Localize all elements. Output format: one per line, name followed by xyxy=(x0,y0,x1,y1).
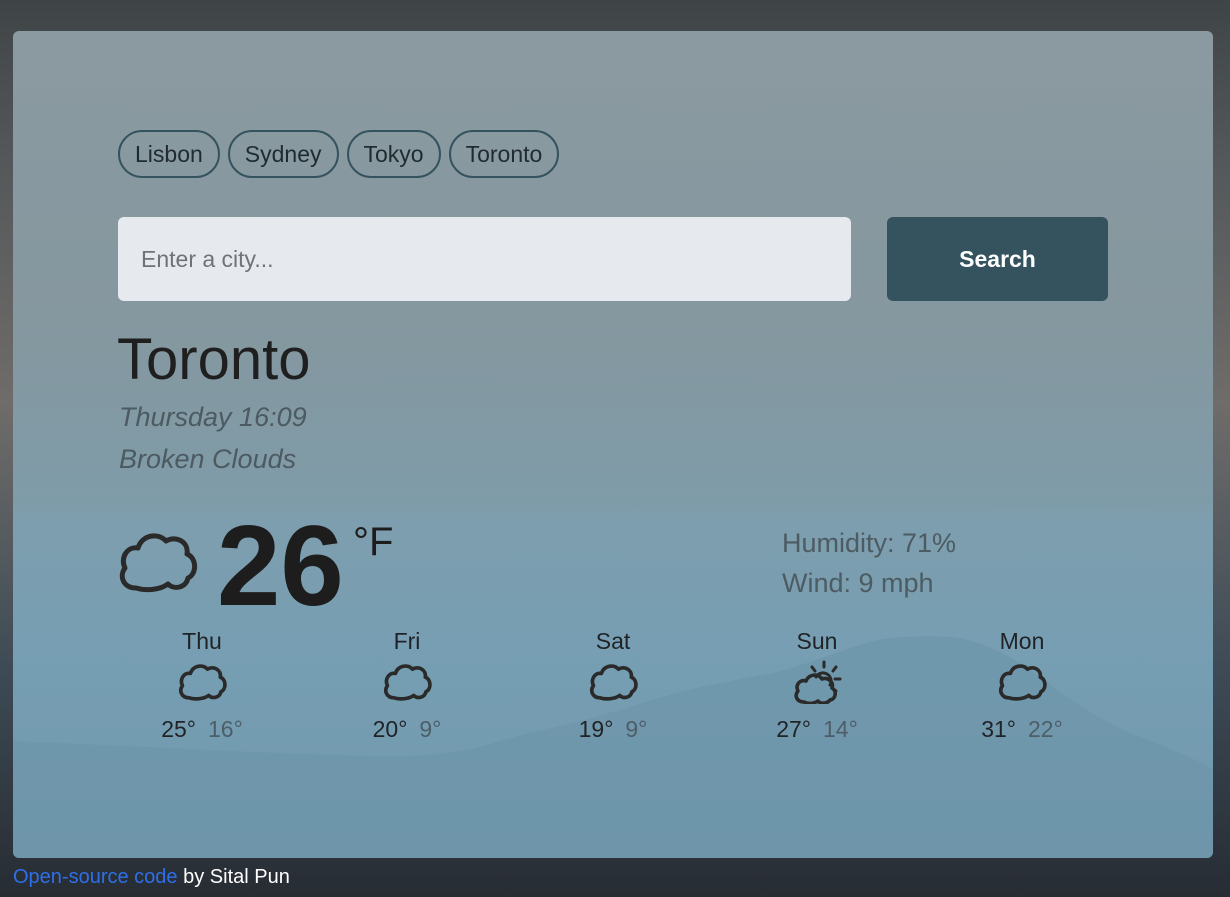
forecast-max-temp: 27° xyxy=(776,716,811,742)
temperature-unit: °F xyxy=(353,520,394,564)
city-name: Toronto xyxy=(117,327,311,392)
city-search-input[interactable] xyxy=(118,217,851,301)
forecast-day: Fri 20° 9° xyxy=(342,626,472,744)
forecast-min-temp: 9° xyxy=(419,716,442,742)
forecast-day-label: Thu xyxy=(182,628,222,654)
forecast-min-temp: 9° xyxy=(625,716,648,742)
forecast-day-label: Sat xyxy=(595,628,631,654)
current-temperature: 26 xyxy=(217,503,344,630)
forecast-min-temp: 22° xyxy=(1028,716,1063,742)
cloud-icon xyxy=(384,664,432,701)
forecast-day-label: Fri xyxy=(393,628,421,654)
weather-description: Broken Clouds xyxy=(119,444,297,474)
forecast-day: Thu 25° 16° xyxy=(137,626,267,744)
quick-city-list: Lisbon Sydney Tokyo Toronto xyxy=(118,130,560,178)
forecast-day: Mon 31° 22° xyxy=(957,626,1087,744)
city-chip-lisbon[interactable]: Lisbon xyxy=(118,130,220,178)
cloud-icon xyxy=(179,664,227,701)
wind-value: Wind: 9 mph xyxy=(782,568,934,598)
forecast-day: Sat 19° 9° xyxy=(548,626,678,744)
weather-card: Lisbon Sydney Tokyo Toronto Search Toron… xyxy=(13,31,1213,858)
forecast-max-temp: 25° xyxy=(161,716,196,742)
current-datetime: Thursday 16:09 xyxy=(119,402,307,432)
footer-byline: by Sital Pun xyxy=(177,866,290,888)
footer: Open-source code by Sital Pun xyxy=(13,865,290,889)
humidity-value: Humidity: 71% xyxy=(782,528,957,558)
city-chip-tokyo[interactable]: Tokyo xyxy=(346,130,441,178)
cloud-icon xyxy=(119,533,198,593)
forecast-day-label: Mon xyxy=(999,628,1045,654)
city-chip-toronto[interactable]: Toronto xyxy=(448,130,560,178)
forecast-max-temp: 20° xyxy=(372,716,408,742)
cloud-icon xyxy=(590,664,638,701)
forecast-max-temp: 19° xyxy=(578,716,614,742)
forecast-min-temp: 16° xyxy=(208,716,243,742)
cloud-icon xyxy=(999,664,1047,701)
forecast-day-label: Sun xyxy=(796,628,838,654)
forecast-day: Sun 27° 14° xyxy=(752,626,882,744)
forecast-min-temp: 14° xyxy=(823,716,858,742)
partly-sunny-icon xyxy=(794,660,842,704)
source-code-link[interactable]: Open-source code xyxy=(13,866,178,888)
forecast-max-temp: 31° xyxy=(981,716,1016,742)
city-chip-sydney[interactable]: Sydney xyxy=(227,130,339,178)
search-button[interactable]: Search xyxy=(887,217,1108,301)
